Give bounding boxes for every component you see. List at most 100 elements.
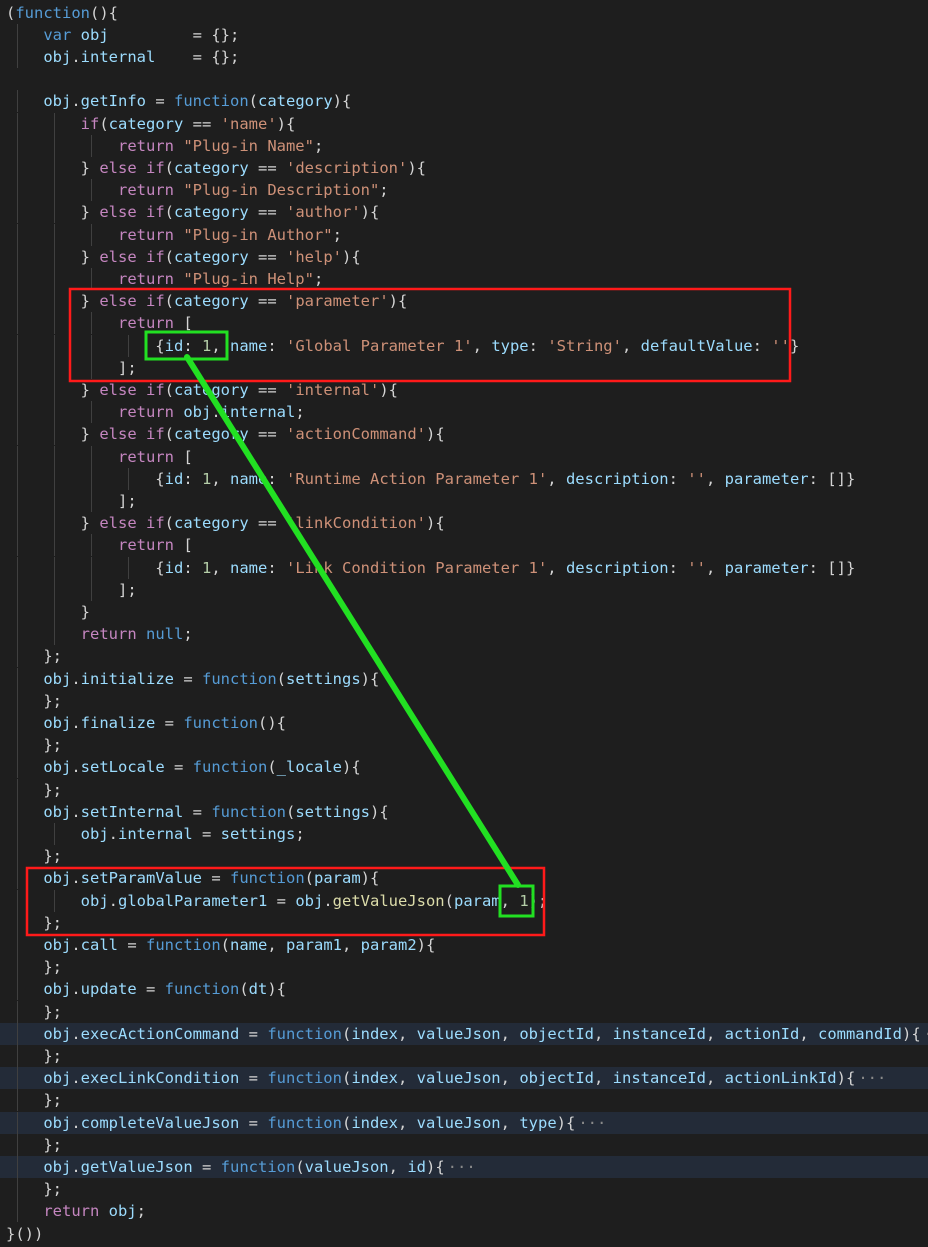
code-text: (function(){: [6, 2, 118, 24]
code-token: };: [6, 913, 62, 932]
code-line[interactable]: return "Plug-in Description";: [0, 179, 928, 202]
code-line[interactable]: return "Plug-in Author";: [0, 223, 928, 246]
code-token: "Plug-in Help": [183, 269, 314, 288]
code-token: : []}: [808, 469, 856, 488]
code-line[interactable]: return "Plug-in Help";: [0, 267, 928, 291]
code-text: };: [6, 1178, 62, 1200]
code-line[interactable]: {id: 1, name: 'Link Condition Parameter …: [0, 556, 928, 579]
folded-region-ellipsis[interactable]: ···: [578, 1114, 606, 1132]
code-line[interactable]: obj.setParamValue = function(param){: [0, 867, 928, 890]
code-token: _locale: [276, 758, 342, 777]
code-token: .: [71, 713, 81, 732]
code-line[interactable]: obj.completeValueJson = function(index, …: [0, 1111, 928, 1134]
code-line[interactable]: } else if(category == 'internal'){: [0, 378, 928, 402]
code-text: return "Plug-in Author";: [6, 224, 342, 246]
code-line[interactable]: return obj;: [0, 1200, 928, 1223]
code-line[interactable]: };: [0, 845, 928, 868]
code-line[interactable]: obj.initialize = function(settings){: [0, 667, 928, 690]
code-line[interactable]: obj.internal = settings;: [0, 822, 928, 846]
code-line[interactable]: };: [0, 1000, 928, 1023]
code-line[interactable]: return obj.internal;: [0, 401, 928, 424]
code-line[interactable]: };: [0, 1178, 928, 1201]
code-line[interactable]: return [: [0, 445, 928, 468]
code-line[interactable]: };: [0, 1133, 928, 1156]
code-line[interactable]: return null;: [0, 623, 928, 646]
code-line[interactable]: };: [0, 645, 928, 668]
code-token: obj: [43, 1069, 72, 1088]
code-token: (: [99, 114, 109, 133]
code-line[interactable]: };: [0, 1089, 928, 1112]
code-text: };: [6, 845, 62, 867]
code-line[interactable]: obj.setLocale = function(_locale){: [0, 756, 928, 779]
code-text: if(category == 'name'){: [6, 113, 296, 135]
folded-region-ellipsis[interactable]: ···: [924, 1025, 928, 1043]
code-token: :: [267, 469, 286, 488]
code-line[interactable]: {id: 1, name: 'Runtime Action Parameter …: [0, 467, 928, 490]
code-line[interactable]: obj.setInternal = function(settings){: [0, 800, 928, 823]
code-line[interactable]: } else if(category == 'parameter'){: [0, 290, 928, 313]
code-text: };: [6, 1045, 62, 1067]
code-line[interactable]: obj.getInfo = function(category){: [0, 90, 928, 113]
code-token: 'Global Parameter 1': [286, 336, 473, 355]
code-line[interactable]: obj.execLinkCondition = function(index, …: [0, 1067, 928, 1090]
code-line[interactable]: ];: [0, 578, 928, 601]
code-line[interactable]: {id: 1, name: 'Global Parameter 1', type…: [0, 334, 928, 357]
code-line[interactable]: return [: [0, 312, 928, 335]
code-editor[interactable]: (function(){ var obj = {}; obj.internal …: [0, 0, 928, 1247]
code-line[interactable]: (function(){: [0, 2, 928, 24]
code-token: (: [164, 514, 175, 533]
code-line[interactable]: } else if(category == 'actionCommand'){: [0, 423, 928, 446]
code-token: function: [220, 1157, 296, 1176]
code-token: ;: [183, 625, 193, 644]
code-line[interactable]: };: [0, 778, 928, 801]
folded-region-ellipsis[interactable]: ···: [858, 1069, 886, 1087]
code-text: {id: 1, name: 'Runtime Action Parameter …: [6, 468, 855, 490]
code-line[interactable]: ];: [0, 356, 928, 379]
code-line[interactable]: obj.update = function(dt){: [0, 978, 928, 1001]
code-line[interactable]: };: [0, 734, 928, 757]
code-token: function: [192, 758, 268, 777]
code-line[interactable]: obj.internal = {};: [0, 45, 928, 69]
code-token: else: [99, 158, 137, 177]
code-token: ];: [6, 580, 137, 599]
code-token: obj: [43, 1157, 72, 1176]
code-line[interactable]: ];: [0, 489, 928, 513]
code-line[interactable]: } else if(category == 'linkCondition'){: [0, 512, 928, 535]
code-line[interactable]: } else if(category == 'author'){: [0, 201, 928, 224]
code-line[interactable]: };: [0, 911, 928, 934]
code-line[interactable]: obj.call = function(name, param1, param2…: [0, 933, 928, 957]
code-token: param2: [360, 935, 417, 954]
code-token: valueJson: [416, 1113, 501, 1132]
code-line[interactable]: };: [0, 956, 928, 979]
code-line[interactable]: obj.execActionCommand = function(index, …: [0, 1022, 928, 1045]
code-line[interactable]: if(category == 'name'){: [0, 112, 928, 135]
code-token: else: [99, 247, 137, 266]
code-line[interactable]: }: [0, 600, 928, 624]
code-token: internal: [80, 47, 156, 66]
code-line[interactable]: };: [0, 689, 928, 712]
code-line[interactable]: } else if(category == 'help'){: [0, 245, 928, 268]
code-token: .: [71, 47, 81, 66]
code-line[interactable]: return "Plug-in Name";: [0, 134, 928, 157]
code-line[interactable]: obj.getValueJson = function(valueJson, i…: [0, 1155, 928, 1179]
code-line[interactable]: };: [0, 1044, 928, 1068]
code-line[interactable]: [0, 68, 928, 90]
code-text: } else if(category == 'author'){: [6, 201, 380, 223]
code-line[interactable]: } else if(category == 'description'){: [0, 156, 928, 180]
code-line[interactable]: obj.finalize = function(){: [0, 711, 928, 735]
code-line[interactable]: obj.globalParameter1 = obj.getValueJson(…: [0, 889, 928, 912]
code-line[interactable]: var obj = {};: [0, 23, 928, 46]
code-token: :: [668, 558, 688, 577]
folded-region-ellipsis[interactable]: ···: [448, 1158, 476, 1176]
code-line[interactable]: return [: [0, 534, 928, 557]
code-token: null: [146, 625, 184, 644]
code-token: obj: [43, 869, 72, 888]
code-token: objectId: [519, 1024, 594, 1043]
code-token: category: [174, 425, 249, 444]
code-line[interactable]: }()): [0, 1223, 928, 1245]
code-token: }: [6, 292, 100, 311]
